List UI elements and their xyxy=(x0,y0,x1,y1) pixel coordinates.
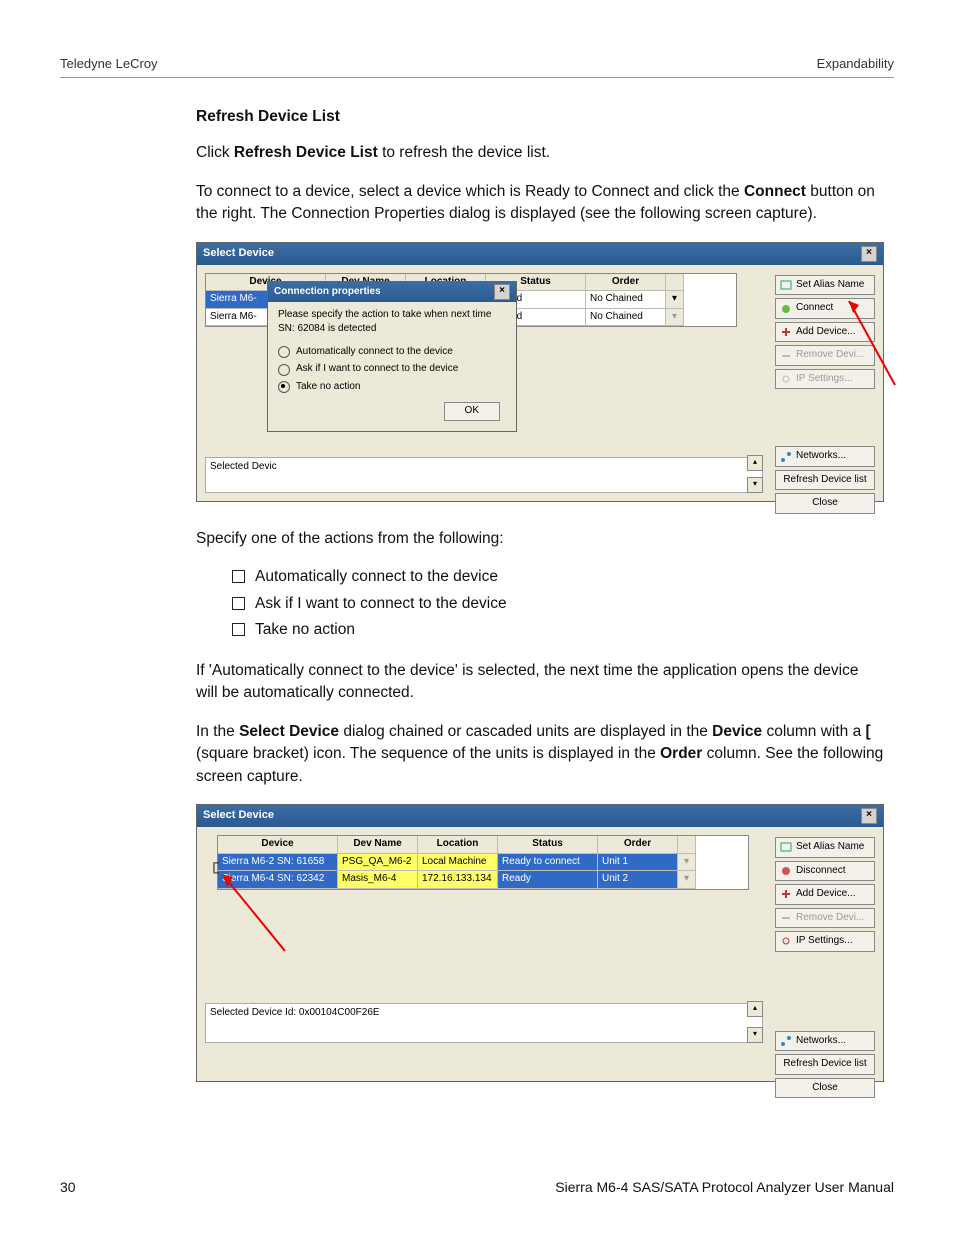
close-button[interactable]: Close xyxy=(775,493,875,514)
screenshot-chained-units: Select Device × ┌└ Device Dev Name Locat… xyxy=(196,804,884,1082)
ip-settings-button: IP Settings... xyxy=(775,369,875,390)
col-drop xyxy=(666,274,684,292)
col-order: Order xyxy=(586,274,666,292)
add-icon xyxy=(780,888,792,900)
footer-title: Sierra M6-4 SAS/SATA Protocol Analyzer U… xyxy=(555,1179,894,1195)
chevron-down-icon: ▾ xyxy=(678,871,696,889)
chevron-down-icon[interactable]: ▾ xyxy=(666,291,684,309)
set-alias-button[interactable]: Set Alias Name xyxy=(775,275,875,296)
ok-button[interactable]: OK xyxy=(444,402,500,421)
bracket-icon: ┌└ xyxy=(209,857,219,877)
radio-auto-connect[interactable]: Automatically connect to the device xyxy=(278,345,506,360)
dialog-titlebar: Select Device × xyxy=(197,805,883,827)
close-icon[interactable]: × xyxy=(494,284,510,300)
connect-button[interactable]: Connect xyxy=(775,298,875,319)
bullet-list: Automatically connect to the device Ask … xyxy=(232,566,884,641)
section-title: Refresh Device List xyxy=(196,106,884,128)
table-row[interactable]: Sierra M6-4 SN: 62342 xyxy=(218,871,338,889)
connect-icon xyxy=(780,303,792,315)
set-alias-button[interactable]: Set Alias Name xyxy=(775,837,875,858)
header-left: Teledyne LeCroy xyxy=(60,56,158,71)
close-button[interactable]: Close xyxy=(775,1078,875,1099)
disconnect-icon xyxy=(780,865,792,877)
radio-ask-connect[interactable]: Ask if I want to connect to the device xyxy=(278,362,506,377)
add-device-button[interactable]: Add Device... xyxy=(775,884,875,905)
dialog-title: Select Device xyxy=(203,808,274,824)
list-item: Ask if I want to connect to the device xyxy=(255,593,507,615)
settings-icon xyxy=(780,373,792,385)
refresh-device-list-button[interactable]: Refresh Device list xyxy=(775,1054,875,1075)
checkbox-icon xyxy=(232,597,245,610)
dialog-titlebar: Select Device × xyxy=(197,243,883,265)
alias-icon xyxy=(780,279,792,291)
col-status: Status xyxy=(498,836,598,854)
para-4: If 'Automatically connect to the device'… xyxy=(196,660,884,705)
para-5: In the Select Device dialog chained or c… xyxy=(196,721,884,788)
connection-properties-popup: Connection properties × Please specify t… xyxy=(267,281,517,432)
selected-device-box: Selected Device Id: 0x00104C00F26E xyxy=(205,1003,763,1043)
scroll-up-icon[interactable]: ▴ xyxy=(747,455,763,471)
close-icon[interactable]: × xyxy=(861,246,877,262)
table-row[interactable]: Sierra M6-2 SN: 61658 xyxy=(218,854,338,872)
para-2: To connect to a device, select a device … xyxy=(196,181,884,226)
checkbox-icon xyxy=(232,623,245,636)
network-icon xyxy=(780,451,792,463)
remove-icon xyxy=(780,350,792,362)
chevron-down-icon: ▾ xyxy=(666,309,684,327)
settings-icon xyxy=(780,935,792,947)
ip-settings-button[interactable]: IP Settings... xyxy=(775,931,875,952)
scroll-down-icon[interactable]: ▾ xyxy=(747,1027,763,1043)
networks-button[interactable]: Networks... xyxy=(775,446,875,467)
remove-icon xyxy=(780,912,792,924)
checkbox-icon xyxy=(232,570,245,583)
para-1: Click Refresh Device List to refresh the… xyxy=(196,142,884,164)
list-item: Automatically connect to the device xyxy=(255,566,498,588)
network-icon xyxy=(780,1035,792,1047)
popup-title: Connection properties xyxy=(274,285,381,300)
disconnect-button[interactable]: Disconnect xyxy=(775,861,875,882)
networks-button[interactable]: Networks... xyxy=(775,1031,875,1052)
device-table: Device Dev Name Location Status Order Si… xyxy=(217,835,749,890)
col-device: Device xyxy=(218,836,338,854)
scroll-up-icon[interactable]: ▴ xyxy=(747,1001,763,1017)
add-device-button[interactable]: Add Device... xyxy=(775,322,875,343)
remove-device-button: Remove Devi... xyxy=(775,345,875,366)
list-item: Take no action xyxy=(255,619,355,641)
col-devname: Dev Name xyxy=(338,836,418,854)
header-rule xyxy=(60,77,894,78)
chevron-down-icon: ▾ xyxy=(678,854,696,872)
header-right: Expandability xyxy=(817,56,894,71)
col-order: Order xyxy=(598,836,678,854)
selected-device-box: Selected Devic xyxy=(205,457,763,493)
scroll-down-icon[interactable]: ▾ xyxy=(747,477,763,493)
add-icon xyxy=(780,326,792,338)
close-icon[interactable]: × xyxy=(861,808,877,824)
page-number: 30 xyxy=(60,1179,76,1195)
radio-no-action[interactable]: Take no action xyxy=(278,380,506,395)
screenshot-connection-properties: Select Device × Device Dev Name Location… xyxy=(196,242,884,502)
col-location: Location xyxy=(418,836,498,854)
remove-device-button: Remove Devi... xyxy=(775,908,875,929)
popup-message: Please specify the action to take when n… xyxy=(278,308,506,337)
alias-icon xyxy=(780,841,792,853)
para-3: Specify one of the actions from the foll… xyxy=(196,528,884,550)
dialog-title: Select Device xyxy=(203,246,274,262)
refresh-device-list-button[interactable]: Refresh Device list xyxy=(775,470,875,491)
